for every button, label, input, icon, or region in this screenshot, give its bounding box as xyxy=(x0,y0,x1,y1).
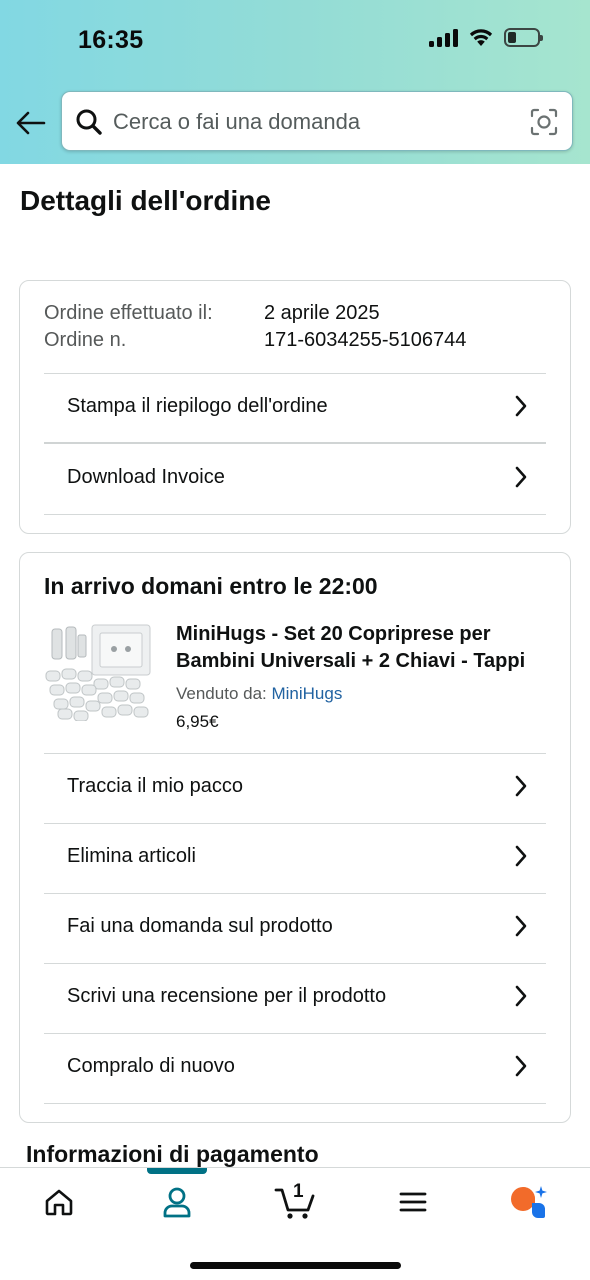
account-icon xyxy=(163,1187,191,1218)
nav-home[interactable] xyxy=(29,1182,89,1222)
status-icons xyxy=(429,27,543,47)
buy-again-label: Compralo di nuovo xyxy=(67,1054,235,1077)
order-number-value: 171-6034255-5106744 xyxy=(264,329,467,351)
cart-count-badge: 1 xyxy=(293,1181,304,1202)
ask-question-label: Fai una domanda sul prodotto xyxy=(67,914,333,937)
page-title: Dettagli dell'ordine xyxy=(20,185,271,216)
order-date-label: Ordine effettuato il: xyxy=(44,302,213,324)
chevron-right-icon xyxy=(515,1055,527,1077)
status-bar: 16:35 xyxy=(0,0,590,80)
active-tab-indicator xyxy=(147,1168,207,1174)
chevron-right-icon xyxy=(515,775,527,797)
track-package-link[interactable]: Traccia il mio pacco xyxy=(44,751,546,821)
home-indicator[interactable] xyxy=(190,1262,401,1269)
product-price: 6,95€ xyxy=(176,712,219,731)
back-button[interactable] xyxy=(14,106,48,140)
write-review-label: Scrivi una recensione per il prodotto xyxy=(67,984,387,1007)
buy-again-link[interactable]: Compralo di nuovo xyxy=(44,1031,546,1101)
nav-account[interactable] xyxy=(147,1182,207,1222)
search-bar[interactable] xyxy=(61,91,573,151)
download-invoice-label: Download Invoice xyxy=(67,465,225,488)
nav-menu[interactable] xyxy=(383,1182,443,1222)
search-icon xyxy=(76,109,102,135)
remove-items-label: Elimina articoli xyxy=(67,844,196,867)
order-date-value: 2 aprile 2025 xyxy=(264,302,380,324)
product-title[interactable]: MiniHugs - Set 20 Copriprese per Bambini… xyxy=(176,621,550,675)
chevron-right-icon xyxy=(515,845,527,867)
wifi-icon xyxy=(469,29,493,46)
cellular-signal-icon xyxy=(429,27,458,47)
home-icon xyxy=(45,1189,73,1216)
chevron-right-icon xyxy=(515,466,527,488)
write-review-link[interactable]: Scrivi una recensione per il prodotto xyxy=(44,961,546,1031)
product-title-line1: MiniHugs - Set 20 Copriprese per xyxy=(176,623,491,645)
payment-info-heading: Informazioni di pagamento xyxy=(26,1141,319,1167)
print-summary-label: Stampa il riepilogo dell'ordine xyxy=(67,394,328,417)
menu-icon xyxy=(399,1192,427,1212)
seller-link[interactable]: MiniHugs xyxy=(271,684,342,703)
divider xyxy=(44,514,546,515)
order-summary-card: Ordine effettuato il: 2 aprile 2025 Ordi… xyxy=(19,280,571,534)
status-time: 16:35 xyxy=(78,26,144,54)
nav-rufus[interactable] xyxy=(498,1182,558,1222)
delivery-status: In arrivo domani entro le 22:00 xyxy=(44,573,378,599)
remove-items-link[interactable]: Elimina articoli xyxy=(44,821,546,891)
order-number-label: Ordine n. xyxy=(44,329,127,351)
back-arrow-icon xyxy=(16,111,46,135)
product-image[interactable] xyxy=(44,621,154,721)
rufus-icon xyxy=(511,1186,547,1218)
header: 16:35 xyxy=(0,0,590,164)
shipment-card: In arrivo domani entro le 22:00 MiniHugs… xyxy=(19,552,571,1123)
camera-search-icon[interactable] xyxy=(530,108,558,136)
download-invoice-link[interactable]: Download Invoice xyxy=(44,442,546,512)
search-input[interactable] xyxy=(113,102,513,142)
print-summary-link[interactable]: Stampa il riepilogo dell'ordine xyxy=(44,371,546,441)
ask-question-link[interactable]: Fai una domanda sul prodotto xyxy=(44,891,546,961)
product-title-line2: Bambini Universali + 2 Chiavi - Tappi xyxy=(176,650,526,672)
chevron-right-icon xyxy=(515,395,527,417)
chevron-right-icon xyxy=(515,915,527,937)
divider xyxy=(44,1103,546,1104)
battery-icon xyxy=(504,27,543,47)
chevron-right-icon xyxy=(515,985,527,1007)
track-package-label: Traccia il mio pacco xyxy=(67,774,243,797)
seller-info: Venduto da: MiniHugs xyxy=(176,684,342,704)
seller-label: Venduto da: xyxy=(176,684,272,703)
